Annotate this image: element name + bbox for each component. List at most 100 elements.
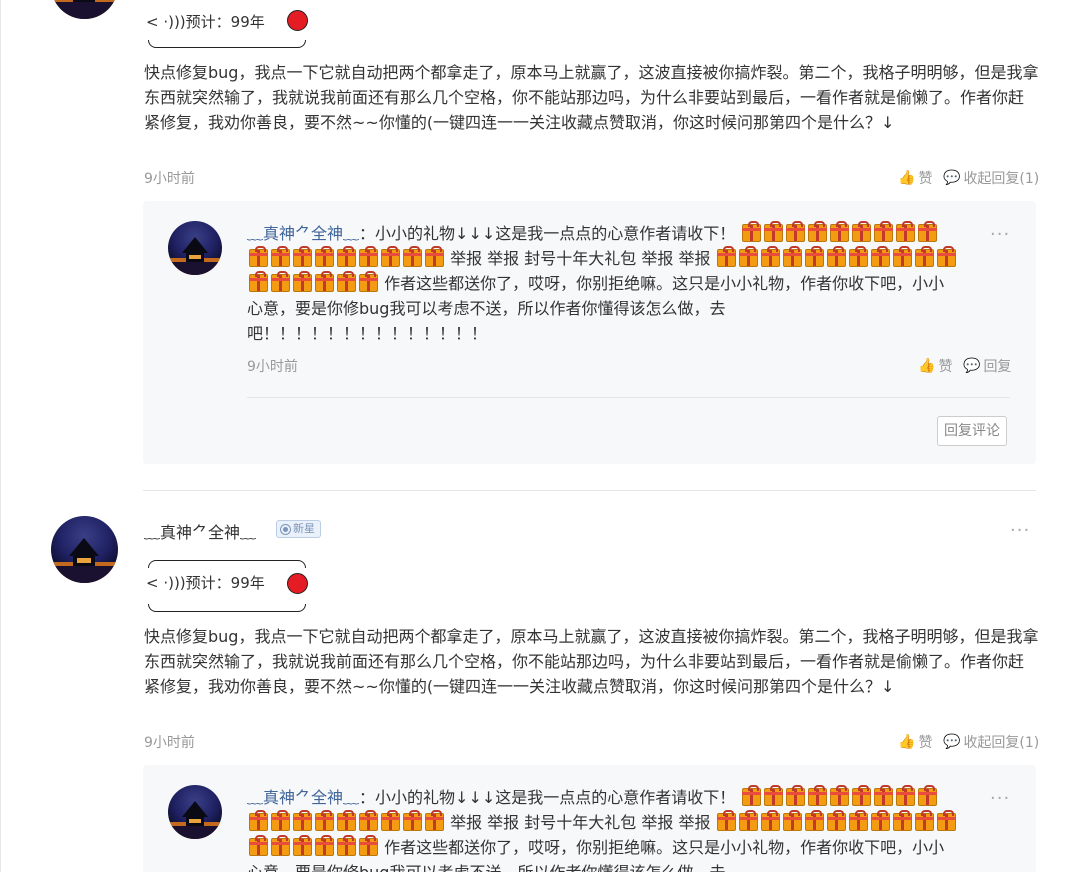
reply-separator: ：	[359, 788, 376, 807]
gift-box-icon	[829, 221, 849, 242]
gift-box-icon	[336, 835, 356, 856]
gift-box-icon	[849, 246, 869, 267]
more-dots-icon[interactable]: ···	[1010, 522, 1030, 540]
like-label: 赞	[918, 171, 933, 187]
signature-box: < ·)))预计：99年	[144, 560, 310, 612]
gift-box-icon	[783, 810, 803, 831]
gift-box-icon	[739, 810, 759, 831]
gift-box-icon	[336, 810, 356, 831]
gift-box-icon	[717, 246, 737, 267]
reply-separator: ：	[359, 224, 376, 243]
comment-text: 快点修复bug，我点一下它就自动把两个都拿走了，原本马上就赢了，这波直接被你搞炸…	[144, 627, 1039, 696]
collapse-label: 收起回复(1)	[963, 735, 1040, 751]
thumbs-up-icon: 👍	[898, 170, 916, 186]
gift-box-icon	[741, 221, 761, 242]
gift-box-icon	[248, 271, 268, 292]
gift-box-icon	[739, 246, 759, 267]
gift-box-icon	[893, 810, 913, 831]
reply-avatar[interactable]	[168, 221, 222, 275]
reply-text-part2: 举报 举报 封号十年大礼包 举报 举报	[450, 249, 711, 268]
gift-box-icon	[937, 246, 957, 267]
signature-bracket	[148, 604, 306, 612]
reply-username[interactable]: ﹏真神⺈全神﹏	[247, 224, 359, 243]
gift-box-icon	[314, 271, 334, 292]
reply-reply-button[interactable]: 💬 回复	[963, 356, 1011, 376]
gift-box-icon	[270, 246, 290, 267]
gift-box-icon	[763, 785, 783, 806]
gift-box-icon	[402, 246, 422, 267]
signature-bracket	[148, 40, 306, 48]
collapse-replies-button[interactable]: 💬 收起回复(1)	[943, 168, 1039, 188]
gift-box-icon	[805, 246, 825, 267]
gift-box-icon	[895, 785, 915, 806]
left-border	[0, 0, 1, 872]
more-dots-icon[interactable]: ···	[990, 226, 1010, 244]
gift-box-icon	[917, 221, 937, 242]
thumbs-up-icon: 👍	[918, 358, 936, 374]
signature-box: < ·)))预计：99年	[144, 0, 310, 48]
reply-time: 9小时前	[247, 359, 298, 375]
gift-box-icon	[783, 246, 803, 267]
gift-box-icon	[336, 271, 356, 292]
badge-label: 新星	[293, 522, 315, 535]
gift-box-icon	[805, 810, 825, 831]
reply-comment-button[interactable]: 回复评论	[937, 416, 1007, 446]
comment-bubble-icon: 💬	[963, 358, 981, 374]
gift-box-icon	[827, 246, 847, 267]
reply-like-label: 赞	[938, 359, 953, 375]
gift-box-icon	[917, 785, 937, 806]
gift-box-icon	[915, 810, 935, 831]
comment-time: 9小时前	[144, 171, 195, 187]
gift-box-icon	[358, 271, 378, 292]
gift-box-icon	[248, 835, 268, 856]
reply-reply-label: 回复	[983, 359, 1012, 375]
more-dots-icon[interactable]: ···	[990, 790, 1010, 808]
gift-box-icon	[292, 246, 312, 267]
username[interactable]: ﹏真神⺈全神﹏	[144, 519, 256, 543]
avatar[interactable]	[51, 516, 118, 583]
avatar[interactable]	[51, 0, 118, 19]
collapse-label: 收起回复(1)	[963, 171, 1040, 187]
gift-box-icon	[937, 810, 957, 831]
comment-bubble-icon: 💬	[943, 734, 961, 750]
gift-box-icon	[873, 221, 893, 242]
gift-box-icon	[827, 810, 847, 831]
comment-bubble-icon: 💬	[943, 170, 961, 186]
gift-box-icon	[380, 810, 400, 831]
reply-text-part1: 小小的礼物↓↓↓这是我一点点的心意作者请收下！	[375, 788, 736, 807]
level-badge: 新星	[276, 520, 321, 538]
like-button[interactable]: 👍 赞	[898, 732, 932, 752]
reply-avatar[interactable]	[168, 785, 222, 839]
reply-text: ﹏真神⺈全神﹏：小小的礼物↓↓↓这是我一点点的心意作者请收下！ 举报 举报 封号…	[247, 785, 959, 872]
gift-box-icon	[424, 246, 444, 267]
gift-box-icon	[292, 271, 312, 292]
gift-box-icon	[851, 221, 871, 242]
gift-box-icon	[873, 785, 893, 806]
gift-box-icon	[871, 246, 891, 267]
gift-box-icon	[851, 785, 871, 806]
collapse-replies-button[interactable]: 💬 收起回复(1)	[943, 732, 1039, 752]
gift-box-icon	[895, 221, 915, 242]
gift-box-icon	[358, 810, 378, 831]
reply-username[interactable]: ﹏真神⺈全神﹏	[247, 788, 359, 807]
gift-box-icon	[270, 835, 290, 856]
like-button[interactable]: 👍 赞	[898, 168, 932, 188]
gift-box-icon	[380, 246, 400, 267]
thumbs-up-icon: 👍	[898, 734, 916, 750]
comment-time: 9小时前	[144, 735, 195, 751]
gift-box-icon	[807, 785, 827, 806]
signature-text: < ·)))预计：99年	[146, 13, 265, 31]
gift-box-icon	[402, 810, 422, 831]
gift-box-icon	[829, 785, 849, 806]
reply-like-button[interactable]: 👍 赞	[918, 356, 952, 376]
comment-text: 快点修复bug，我点一下它就自动把两个都拿走了，原本马上就赢了，这波直接被你搞炸…	[144, 63, 1039, 132]
gift-box-icon	[785, 785, 805, 806]
gift-box-icon	[358, 246, 378, 267]
gift-box-icon	[270, 810, 290, 831]
gift-box-icon	[292, 835, 312, 856]
gift-box-icon	[871, 810, 891, 831]
gift-box-icon	[761, 810, 781, 831]
like-label: 赞	[918, 735, 933, 751]
gift-box-icon	[763, 221, 783, 242]
gift-box-icon	[270, 271, 290, 292]
